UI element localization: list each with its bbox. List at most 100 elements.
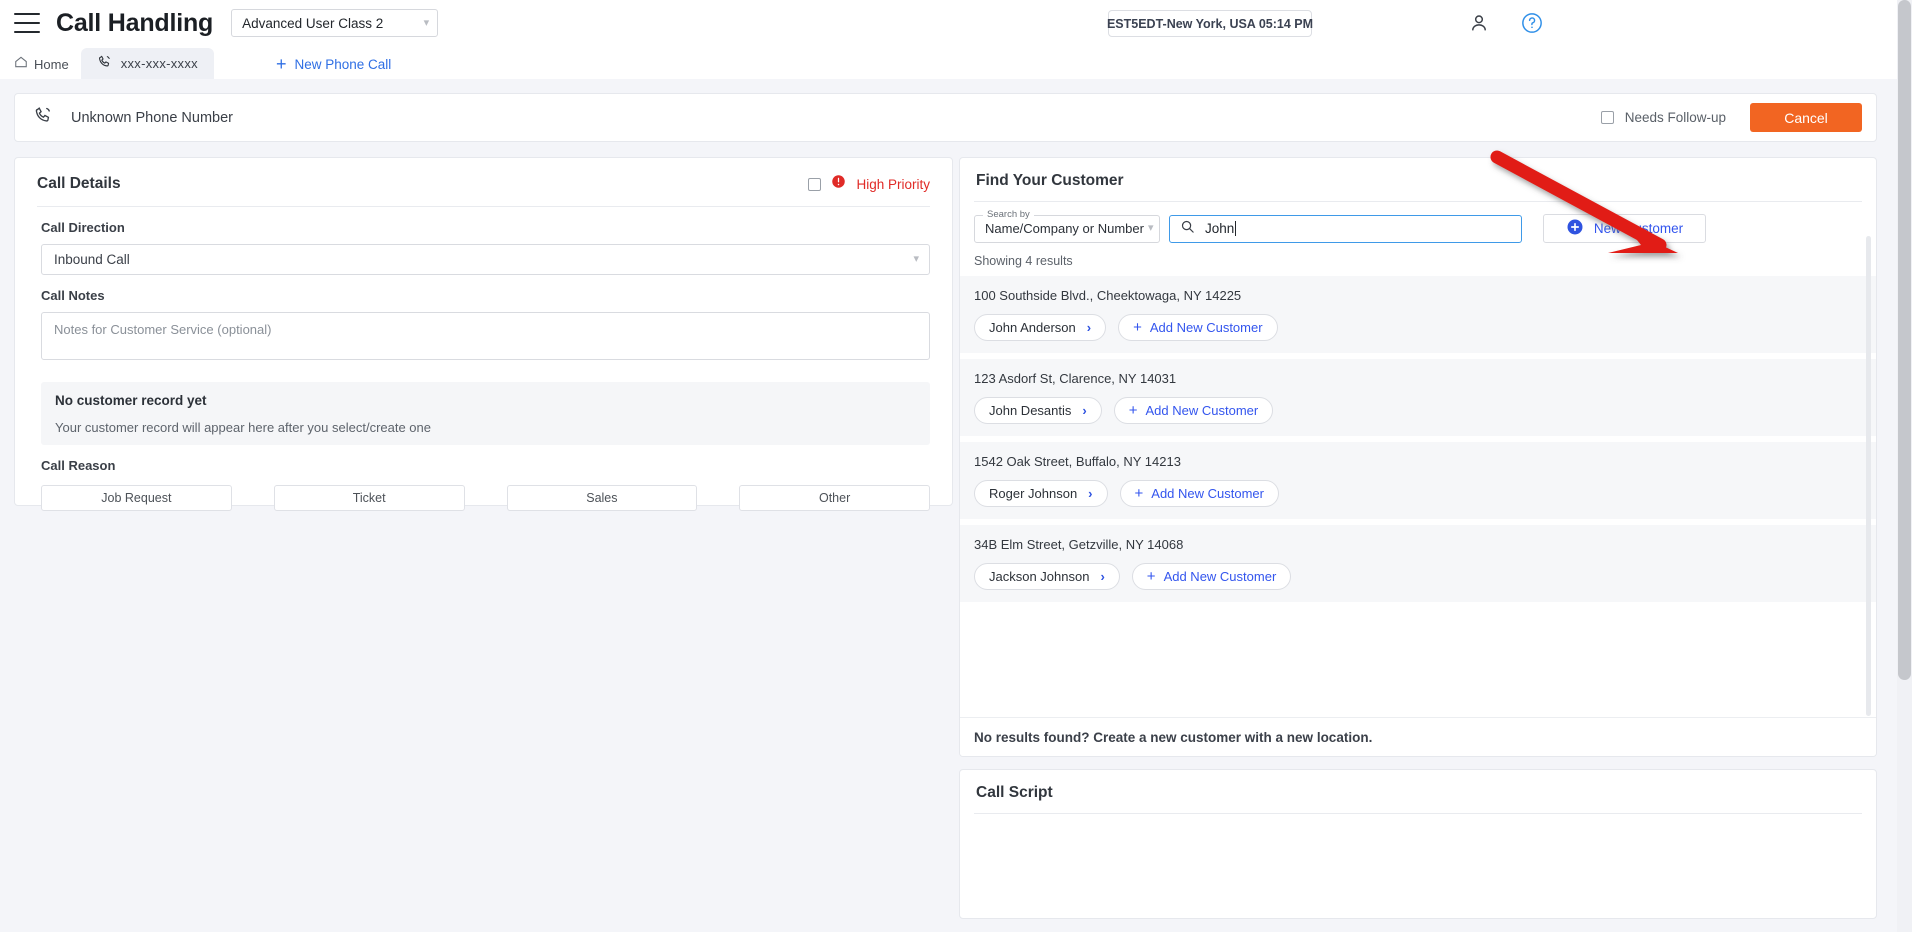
results-scrollbar[interactable] <box>1866 236 1871 716</box>
result-address: 100 Southside Blvd., Cheektowaga, NY 142… <box>974 288 1242 303</box>
search-by-select[interactable]: Search by Name/Company or Number ▾ <box>974 208 1160 243</box>
call-reason-buttons: Job Request Ticket Sales Other <box>41 485 930 511</box>
user-icon[interactable] <box>1468 12 1490 39</box>
new-customer-label: New Customer <box>1593 221 1684 236</box>
page-scrollbar[interactable] <box>1897 0 1912 932</box>
call-details-title: Call Details <box>37 175 121 192</box>
select-customer-button[interactable]: John Anderson › <box>974 314 1107 341</box>
call-script-title: Call Script <box>976 784 1053 801</box>
chevron-right-icon: › <box>1088 486 1093 501</box>
result-actions: John Anderson › + Add New Customer <box>974 314 1876 341</box>
new-phone-call-label: New Phone Call <box>294 56 392 72</box>
chevron-down-icon: ▾ <box>1147 222 1154 234</box>
result-actions: Roger Johnson › + Add New Customer <box>974 480 1876 507</box>
result-actions: Jackson Johnson › + Add New Customer <box>974 563 1876 590</box>
result-actions: John Desantis › + Add New Customer <box>974 397 1876 424</box>
list-item: 123 Asdorf St, Clarence, NY 14031 John D… <box>960 359 1876 436</box>
new-customer-button[interactable]: New Customer <box>1543 214 1706 243</box>
select-customer-button[interactable]: Roger Johnson › <box>974 480 1108 507</box>
top-bar: Call Handling Advanced User Class 2 ▾ <box>0 0 1897 46</box>
add-new-customer-button[interactable]: + Add New Customer <box>1131 563 1292 590</box>
call-notes-label: Call Notes <box>41 288 105 303</box>
search-input-value: John <box>1205 221 1235 236</box>
timezone-chip: EST5EDT-New York, USA 05:14 PM <box>1107 10 1313 37</box>
plus-icon: + <box>1128 402 1138 419</box>
list-item: 100 Southside Blvd., Cheektowaga, NY 142… <box>960 276 1876 353</box>
call-reason-label: Call Reason <box>41 458 116 473</box>
customer-name: Jackson Johnson <box>989 569 1090 584</box>
chevron-right-icon: › <box>1086 320 1092 335</box>
page-scrollbar-thumb[interactable] <box>1898 0 1911 680</box>
chevron-down-icon: ▾ <box>423 16 430 29</box>
results-count: Showing 4 results <box>974 254 1073 268</box>
search-input[interactable]: John <box>1169 214 1522 243</box>
find-customer-title: Find Your Customer <box>976 172 1124 189</box>
select-customer-button[interactable]: Jackson Johnson › <box>974 563 1120 590</box>
user-class-value: Advanced User Class 2 <box>242 15 384 31</box>
list-item: 34B Elm Street, Getzville, NY 14068 Jack… <box>960 525 1876 602</box>
plus-circle-icon <box>1566 218 1584 239</box>
chevron-right-icon: › <box>1100 569 1105 584</box>
list-item: 1542 Oak Street, Buffalo, NY 14213 Roger… <box>960 442 1876 519</box>
call-reason-other[interactable]: Other <box>739 485 930 511</box>
add-new-customer-button[interactable]: + Add New Customer <box>1118 314 1278 341</box>
hamburger-icon[interactable] <box>14 13 40 33</box>
add-new-customer-button[interactable]: + Add New Customer <box>1119 480 1279 507</box>
tab-phone-call-label: xxx-xxx-xxxx <box>120 56 198 71</box>
divider <box>974 201 1862 202</box>
high-priority-group: High Priority <box>808 174 930 194</box>
call-script-panel: Call Script <box>959 769 1877 919</box>
call-header-actions: Needs Follow-up Cancel <box>1600 103 1876 132</box>
customer-name: John Desantis <box>989 403 1072 418</box>
customer-record-title: No customer record yet <box>55 393 207 408</box>
chevron-down-icon: ▾ <box>913 253 919 265</box>
help-circle-icon[interactable] <box>1521 12 1543 39</box>
chevron-right-icon: › <box>1082 403 1087 418</box>
divider <box>37 206 930 207</box>
call-details-panel: Call Details High Priority Call Directio… <box>14 157 953 511</box>
tab-phone-call[interactable]: xxx-xxx-xxxx <box>80 48 214 79</box>
add-new-customer-button[interactable]: + Add New Customer <box>1113 397 1274 424</box>
call-direction-label: Call Direction <box>41 220 125 235</box>
call-details-header: Call Details High Priority <box>15 158 952 194</box>
tab-home-label: Home <box>34 56 69 72</box>
call-notes-input[interactable]: Notes for Customer Service (optional) <box>41 312 930 360</box>
customer-record-placeholder: No customer record yet Your customer rec… <box>41 382 930 445</box>
customer-name: John Anderson <box>989 320 1076 335</box>
call-phone-number: Unknown Phone Number <box>71 109 234 126</box>
text-caret <box>1235 221 1237 236</box>
add-new-customer-label: Add New Customer <box>1145 403 1259 418</box>
customer-record-subtitle: Your customer record will appear here af… <box>55 420 431 435</box>
select-customer-button[interactable]: John Desantis › <box>974 397 1102 424</box>
call-reason-job-request[interactable]: Job Request <box>41 485 232 511</box>
high-priority-checkbox[interactable] <box>808 177 822 191</box>
app-root: Call Handling Advanced User Class 2 ▾ ES… <box>0 0 1912 932</box>
customer-results-list: 100 Southside Blvd., Cheektowaga, NY 142… <box>960 276 1876 602</box>
home-icon <box>14 55 28 74</box>
plus-icon: + <box>275 54 287 74</box>
user-class-select[interactable]: Advanced User Class 2 ▾ <box>231 9 439 37</box>
add-new-customer-label: Add New Customer <box>1149 320 1263 335</box>
alert-circle-icon <box>831 174 846 194</box>
search-row: Search by Name/Company or Number ▾ John <box>974 208 1876 243</box>
phone-icon <box>33 105 53 130</box>
call-reason-sales[interactable]: Sales <box>506 485 698 511</box>
result-address: 123 Asdorf St, Clarence, NY 14031 <box>974 371 1177 386</box>
page-title: Call Handling <box>56 8 214 37</box>
customer-name: Roger Johnson <box>989 486 1078 501</box>
plus-icon: + <box>1146 568 1156 585</box>
needs-followup-checkbox[interactable] <box>1600 111 1614 124</box>
search-by-value: Name/Company or Number <box>985 221 1144 236</box>
tab-strip: Home xxx-xxx-xxxx + New Phone Call <box>0 46 1897 79</box>
plus-icon: + <box>1134 485 1144 502</box>
call-header-card: Unknown Phone Number Needs Follow-up Can… <box>14 93 1877 142</box>
call-reason-ticket[interactable]: Ticket <box>273 485 465 511</box>
search-by-label: Search by <box>983 208 1034 220</box>
phone-icon <box>97 54 112 74</box>
call-direction-value: Inbound Call <box>54 252 130 267</box>
new-phone-call-button[interactable]: + New Phone Call <box>276 49 391 79</box>
cancel-button[interactable]: Cancel <box>1750 103 1862 132</box>
result-address: 1542 Oak Street, Buffalo, NY 14213 <box>974 454 1181 469</box>
call-direction-select[interactable]: Inbound Call ▾ <box>41 244 930 275</box>
tab-home[interactable]: Home <box>0 49 81 79</box>
